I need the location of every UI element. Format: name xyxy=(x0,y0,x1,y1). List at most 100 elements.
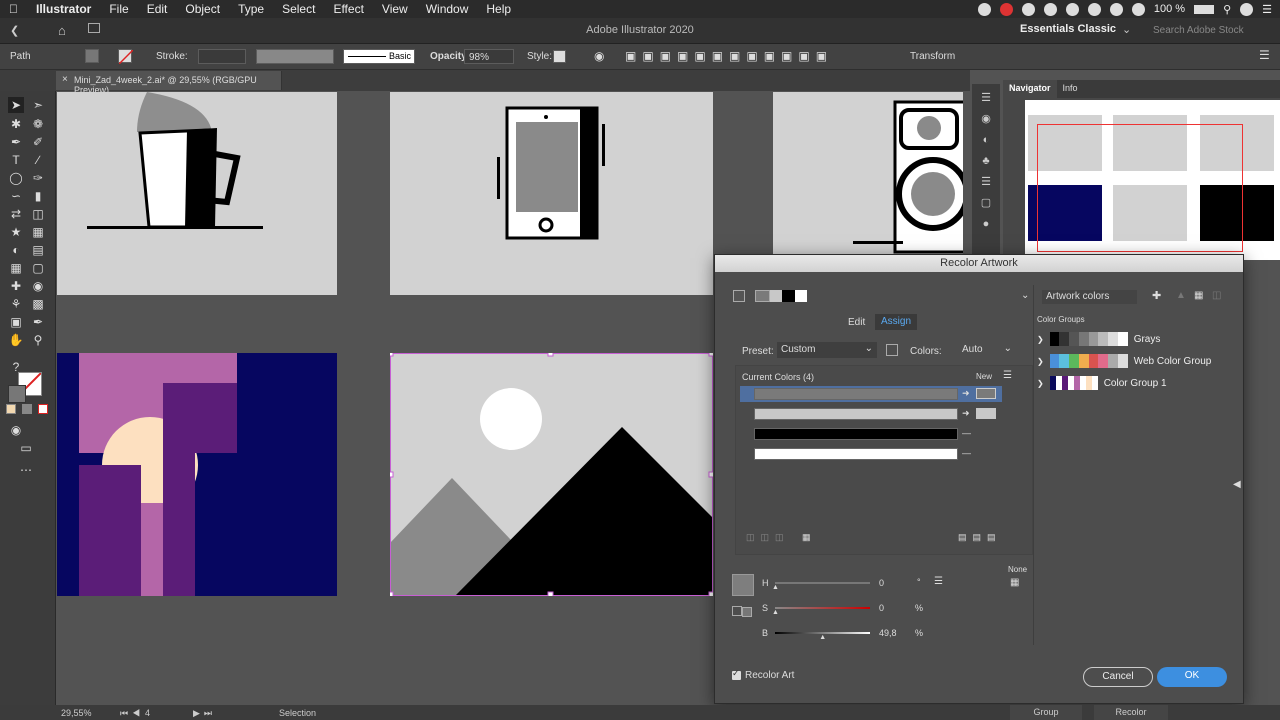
reflect-tool-icon[interactable]: ⇄ xyxy=(8,206,24,222)
spotlight-icon[interactable]: ⚲ xyxy=(1223,3,1231,16)
menu-effect[interactable]: Effect xyxy=(324,2,372,16)
curvature-tool-icon[interactable]: ✐ xyxy=(30,134,46,150)
symbol-sprayer-tool-icon[interactable]: ⚘ xyxy=(8,296,24,312)
navigator-preview[interactable] xyxy=(1025,100,1280,260)
notification-icon[interactable] xyxy=(999,2,1013,16)
artwork-colors-name-input[interactable]: Artwork colors xyxy=(1042,290,1137,304)
mesh-tool-icon[interactable]: ▦ xyxy=(8,260,24,276)
status-icon[interactable] xyxy=(1065,2,1079,16)
color-reduction-options-icon[interactable] xyxy=(886,344,898,356)
disclosure-arrow-icon[interactable]: ❯ xyxy=(1037,379,1044,388)
artboard-abstract[interactable] xyxy=(57,353,337,596)
blend-tool-icon[interactable]: ◉ xyxy=(30,278,46,294)
chevron-down-icon[interactable]: ⌄ xyxy=(1021,290,1029,301)
artboard-mountains[interactable] xyxy=(390,353,713,596)
eraser-tool-icon[interactable]: ▮ xyxy=(30,188,46,204)
menu-edit[interactable]: Edit xyxy=(138,2,177,16)
perspective-grid-tool-icon[interactable]: ▤ xyxy=(30,242,46,258)
cancel-button[interactable]: Cancel xyxy=(1083,667,1153,687)
battery-icon[interactable] xyxy=(1194,4,1215,14)
gradient-mode-icon[interactable] xyxy=(22,404,32,414)
panel-menu-icon[interactable]: ☰ xyxy=(1259,48,1270,62)
scale-tool-icon[interactable]: ◫ xyxy=(30,206,46,222)
tab-assign[interactable]: Assign xyxy=(875,314,917,330)
swatch-mode-icon[interactable] xyxy=(742,607,752,617)
color-group-web[interactable]: ❯ Web Color Group xyxy=(1037,353,1211,369)
graph-tool-icon[interactable]: ▩ xyxy=(30,296,46,312)
save-group-icon[interactable]: ▲ xyxy=(1176,290,1186,301)
h-slider-thumb-icon[interactable]: ▲ xyxy=(772,584,779,591)
disclosure-arrow-icon[interactable]: ❯ xyxy=(1037,357,1044,366)
hand-tool-icon[interactable]: ✋ xyxy=(8,332,24,348)
siri-icon[interactable] xyxy=(1240,2,1254,16)
stock-search-input[interactable]: Search Adobe Stock xyxy=(1140,22,1270,39)
none-mode-icon[interactable] xyxy=(38,404,48,414)
free-transform-tool-icon[interactable]: ▦ xyxy=(30,224,46,240)
fill-swatch[interactable] xyxy=(85,49,99,63)
menu-object[interactable]: Object xyxy=(176,2,229,16)
document-tab[interactable]: × Mini_Zad_4week_2.ai* @ 29,55% (RGB/GPU… xyxy=(56,71,282,95)
active-colors-strip[interactable] xyxy=(755,290,807,302)
menu-help[interactable]: Help xyxy=(477,2,520,16)
new-color-swatch-1[interactable] xyxy=(976,388,996,399)
stroke-swatch[interactable] xyxy=(118,49,133,64)
b-slider-thumb-icon[interactable]: ▲ xyxy=(819,634,826,641)
tab-recolor[interactable]: Recolor xyxy=(1094,705,1168,720)
magic-wand-tool-icon[interactable]: ✱ xyxy=(8,116,24,132)
s-slider-track[interactable] xyxy=(775,607,870,609)
artboard-coffee-cup[interactable] xyxy=(57,92,337,295)
paintbrush-tool-icon[interactable]: ✑ xyxy=(30,170,46,186)
color-mode-icon[interactable] xyxy=(6,404,16,414)
direct-selection-tool-icon[interactable]: ➣ xyxy=(30,97,46,113)
merge-colors-icon[interactable]: ◫◫◫ xyxy=(746,532,790,543)
warp-tool-icon[interactable]: ★ xyxy=(8,224,24,240)
align-icon[interactable]: ▣▣▣▣▣▣▣▣▣▣▣▣ xyxy=(625,49,833,63)
preset-select[interactable]: Custom ⌄ xyxy=(777,342,877,358)
status-icon[interactable] xyxy=(1043,2,1057,16)
s-slider-thumb-icon[interactable]: ▲ xyxy=(772,609,779,616)
tab-navigator[interactable]: Navigator xyxy=(1003,80,1057,98)
eyedropper-icon[interactable]: ✚ xyxy=(1152,289,1161,302)
graphic-style-swatch[interactable] xyxy=(553,50,566,63)
app-menu[interactable]: Illustrator xyxy=(27,2,100,16)
eyedropper-tool-icon[interactable]: ✚ xyxy=(8,278,24,294)
color-group-grays[interactable]: ❯ Grays xyxy=(1037,331,1160,347)
disclosure-arrow-icon[interactable]: ❯ xyxy=(1037,335,1044,344)
fill-color-swatch[interactable] xyxy=(8,385,26,403)
selected-colors-icon[interactable] xyxy=(733,290,745,302)
current-color-row-2[interactable] xyxy=(754,408,958,420)
artboard-nav-prev-icon[interactable]: ⏮◀ xyxy=(120,708,144,719)
type-tool-icon[interactable]: T xyxy=(8,152,24,168)
randomize-icon[interactable]: ▤▤▤ xyxy=(958,532,1002,543)
slider-menu-icon[interactable]: ☰ xyxy=(934,576,943,587)
new-row-icon[interactable]: ▦ xyxy=(802,532,811,543)
b-value[interactable]: 49,8 xyxy=(879,628,897,638)
color-library-icon[interactable]: ▦ xyxy=(1010,577,1019,588)
menu-window[interactable]: Window xyxy=(417,2,478,16)
color-group-1[interactable]: ❯ Color Group 1 xyxy=(1037,375,1167,391)
lasso-tool-icon[interactable]: ❁ xyxy=(30,116,46,132)
colors-count-select[interactable]: Auto ⌄ xyxy=(958,342,1016,358)
h-slider-track[interactable] xyxy=(775,582,870,584)
tab-info[interactable]: Info xyxy=(1057,80,1084,98)
pen-tool-icon[interactable]: ✒ xyxy=(8,134,24,150)
artboard-number[interactable]: 4 xyxy=(145,708,150,718)
artboard-tool-icon[interactable]: ▣ xyxy=(8,314,24,330)
new-group-folder-icon[interactable]: ▦ xyxy=(1194,290,1203,301)
line-tool-icon[interactable]: ∕ xyxy=(30,152,46,168)
transparency-icon[interactable]: ● xyxy=(979,217,993,231)
delete-group-icon[interactable]: ◫ xyxy=(1212,290,1221,301)
selection-tool-icon[interactable]: ➤ xyxy=(8,97,24,113)
transform-link[interactable]: Transform xyxy=(910,51,955,62)
shape-builder-tool-icon[interactable]: ◐ xyxy=(8,242,24,258)
menu-file[interactable]: File xyxy=(100,2,137,16)
symbols-icon[interactable]: ♣ xyxy=(979,154,993,168)
layers-panel-icon[interactable]: ☰ xyxy=(979,91,993,105)
shaper-tool-icon[interactable]: ∽ xyxy=(8,188,24,204)
zoom-level[interactable]: 29,55% xyxy=(61,708,92,718)
ok-button[interactable]: OK xyxy=(1157,667,1227,687)
close-tab-icon[interactable]: × xyxy=(62,74,68,85)
screen-mode-icon[interactable]: ▭ xyxy=(18,440,34,456)
opacity-input[interactable]: 98% xyxy=(464,49,514,64)
gradient-tool-icon[interactable]: ▢ xyxy=(30,260,46,276)
